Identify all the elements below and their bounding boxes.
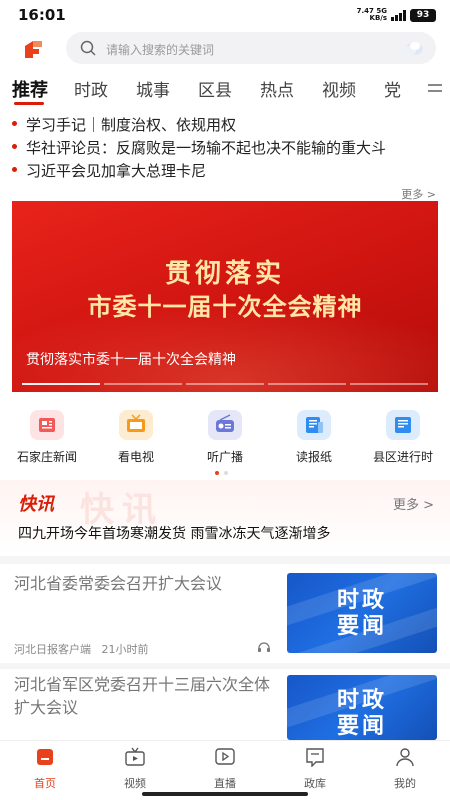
- tab-hot[interactable]: 热点: [260, 76, 294, 101]
- newspaper-icon: [297, 410, 331, 440]
- tv-icon: [119, 410, 153, 440]
- nav-video[interactable]: 视频: [105, 747, 165, 791]
- menu-icon[interactable]: [414, 72, 450, 106]
- article-meta: 河北日报客户端 21小时前: [14, 641, 149, 657]
- news-icon: [30, 410, 64, 440]
- article-source: 河北日报客户端: [14, 643, 91, 656]
- network-speed: 7.47 5G KB/s: [356, 7, 387, 22]
- tab-politics[interactable]: 时政: [74, 76, 108, 101]
- nav-home[interactable]: 首页: [15, 747, 75, 791]
- bullet-icon: [12, 144, 17, 149]
- bullet-icon: [12, 121, 17, 126]
- quick-entry-newspaper[interactable]: 读报纸: [274, 410, 354, 465]
- cloud-icon[interactable]: [400, 38, 424, 58]
- banner-subheading: 市委十一届十次全会精神: [87, 292, 363, 321]
- tab-recommend[interactable]: 推荐: [12, 76, 48, 102]
- search-input[interactable]: 请输入搜索的关键词: [66, 32, 436, 64]
- nav-profile[interactable]: 我的: [375, 747, 435, 791]
- headline-item[interactable]: 华社评论员：反腐败是一场输不起也决不能输的重大斗: [12, 137, 442, 158]
- quick-entry-tv[interactable]: 看电视: [96, 410, 176, 465]
- quick-entry-county[interactable]: 县区进行时: [363, 410, 443, 465]
- profile-icon: [396, 748, 414, 767]
- headline-item[interactable]: 习近平会见加拿大总理卡尼: [12, 160, 442, 181]
- app-logo[interactable]: [22, 38, 44, 60]
- article-time: 21小时前: [101, 643, 149, 656]
- status-bar: 16:01 7.47 5G KB/s 93: [0, 0, 450, 30]
- nav-library[interactable]: 政库: [285, 747, 345, 791]
- signal-icon: [391, 9, 406, 21]
- quick-entry-news[interactable]: 石家庄新闻: [7, 410, 87, 465]
- search-icon: [80, 40, 96, 56]
- bullet-icon: [12, 167, 17, 172]
- page-indicator: [215, 471, 228, 475]
- header: 请输入搜索的关键词: [0, 30, 450, 70]
- library-icon: [306, 748, 324, 768]
- tab-city[interactable]: 城事: [136, 76, 170, 101]
- status-indicators: 7.47 5G KB/s 93: [357, 8, 436, 22]
- article-title: 河北省委常委会召开扩大会议: [14, 574, 223, 593]
- article-thumbnail: 时政 要闻: [287, 675, 437, 740]
- video-icon: [125, 747, 145, 766]
- bottom-navigation: 首页 视频 直播 政库 我的: [0, 740, 450, 800]
- status-time: 16:01: [18, 6, 66, 24]
- county-icon: [386, 410, 420, 440]
- flash-more-link[interactable]: 更多 >: [393, 494, 434, 513]
- home-icon: [37, 749, 53, 765]
- carousel-indicator: [22, 383, 428, 386]
- article-thumbnail: 时政 要闻: [287, 573, 437, 653]
- headlines-more-link[interactable]: 更多 >: [401, 186, 436, 202]
- tab-districts[interactable]: 区县: [198, 76, 232, 101]
- banner-heading: 贯彻落实: [164, 259, 285, 289]
- flash-title: 快讯: [18, 494, 54, 515]
- article-title: 河北省军区党委召开十三届六次全体扩大会议: [14, 675, 271, 717]
- radio-icon: [208, 410, 242, 440]
- banner-carousel[interactable]: 贯彻落实 市委十一届十次全会精神 贯彻落实市委十一届十次全会精神: [12, 201, 438, 392]
- tab-video[interactable]: 视频: [322, 76, 356, 101]
- headline-item[interactable]: 学习手记｜制度治权、依规用权: [12, 114, 442, 135]
- section-divider: [0, 556, 450, 564]
- tab-party[interactable]: 党: [384, 76, 401, 101]
- live-icon: [215, 748, 235, 765]
- headphone-icon[interactable]: [257, 641, 271, 653]
- quick-entry-radio[interactable]: 听广播: [185, 410, 265, 465]
- category-tabs: 推荐 时政 城事 区县 热点 视频 党: [0, 72, 450, 108]
- home-indicator[interactable]: [142, 792, 308, 796]
- flash-news-item[interactable]: 四九开场今年首场寒潮发货 雨雪冰冻天气逐渐增多: [18, 523, 330, 543]
- nav-live[interactable]: 直播: [195, 747, 255, 791]
- flash-news-section: 快讯 快讯 更多 > 四九开场今年首场寒潮发货 雨雪冰冻天气逐渐增多: [0, 480, 450, 554]
- section-divider: [0, 663, 450, 669]
- battery-icon: 93: [410, 8, 436, 22]
- tab-active-indicator: [14, 102, 44, 105]
- search-placeholder: 请输入搜索的关键词: [106, 43, 215, 57]
- banner-caption: 贯彻落实市委十一届十次全会精神: [26, 352, 236, 368]
